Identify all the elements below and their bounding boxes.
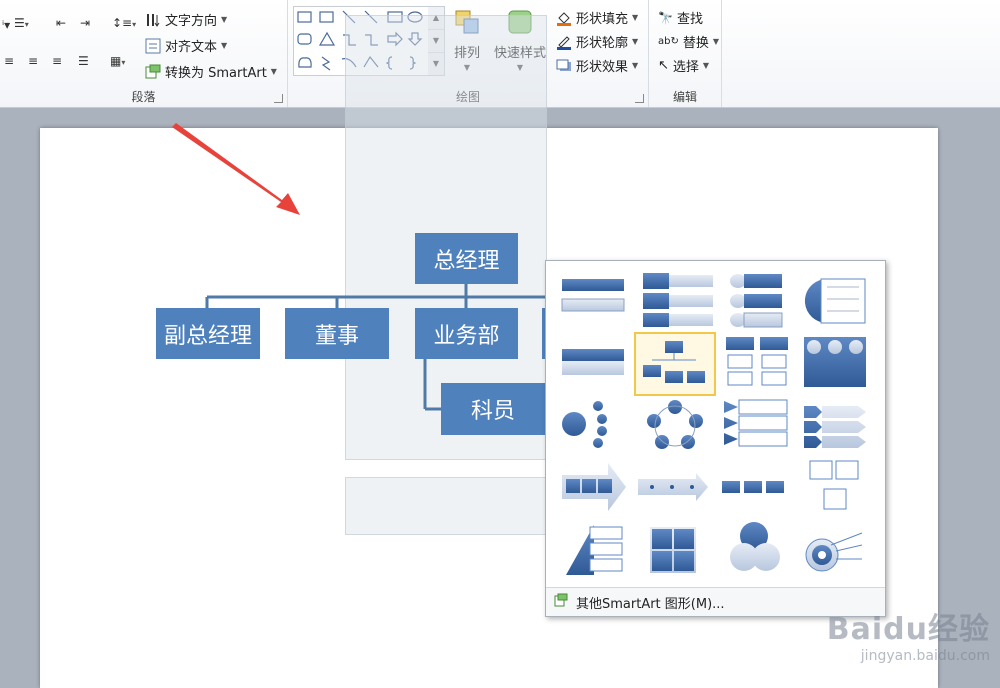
smartart-layout-gallery: 其他SmartArt 图形(M)... [545, 260, 886, 617]
watermark-url: jingyan.baidu.com [860, 648, 990, 664]
more-smartart-label: 其他SmartArt 图形(M)... [576, 596, 725, 612]
smartart-icon [554, 593, 568, 611]
layout-thumbnails [561, 273, 866, 575]
baidu-watermark: Baidu经验 jingyan.baidu.com [827, 604, 990, 664]
watermark-brand: Baidu经验 [826, 612, 990, 647]
